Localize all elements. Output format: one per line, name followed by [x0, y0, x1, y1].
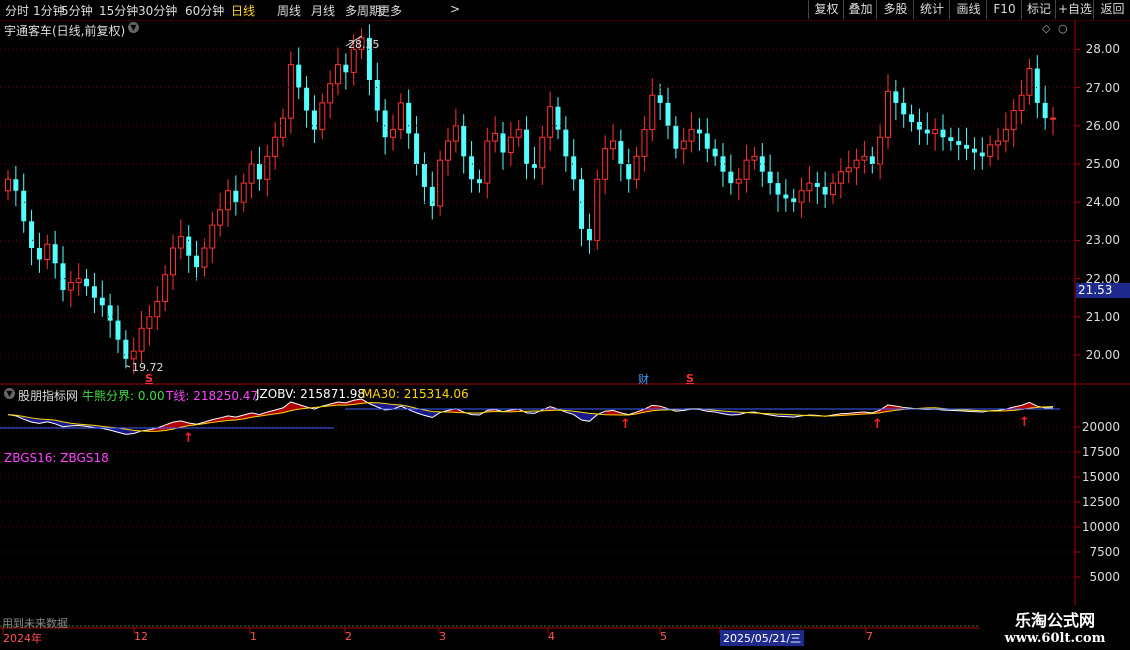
watermark-url: www.60lt.com [1004, 631, 1106, 646]
buy-arrow-icon: ↑ [620, 417, 631, 432]
date-tick-label: 3 [439, 630, 446, 643]
price-tick-label: 28.00 [1085, 42, 1120, 57]
indicator-tick-label: 10000 [1081, 520, 1120, 534]
price-tick-label: 23.00 [1085, 233, 1120, 248]
watermark-title: 乐淘公式网 [1014, 611, 1095, 630]
toolbar-button-8[interactable]: 返回 [1093, 0, 1130, 19]
buy-arrow-icon: ↑ [1019, 415, 1030, 430]
price-tick-label: 20.00 [1085, 348, 1120, 362]
future-data-notice: 用到未来数据 [2, 617, 68, 630]
price-tick-label: 25.00 [1085, 157, 1120, 171]
price-tick-label: 27.00 [1085, 80, 1120, 95]
current-price-label: 21.53 [1076, 283, 1130, 298]
date-tick-label: 4 [548, 630, 555, 643]
indicator-tick-label: 17500 [1081, 445, 1120, 459]
price-tick-label: 21.00 [1085, 309, 1120, 324]
price-tick-label: 24.00 [1085, 195, 1120, 210]
indicator-tick-label: 15000 [1081, 470, 1120, 484]
indicator-tick-label: 20000 [1081, 420, 1120, 434]
date-tick-label: 1 [250, 630, 257, 643]
date-tick-label: 7 [866, 630, 873, 643]
date-tick-label: 12 [134, 630, 148, 643]
indicator-tick-label: 12500 [1081, 495, 1120, 509]
price-tick-label: 26.00 [1085, 118, 1120, 133]
buy-arrow-icon: ↑ [183, 431, 194, 446]
indicator-tick-label: 5000 [1089, 570, 1120, 584]
indicator-chart[interactable]: ↑ ↑ ↑ ↑ [0, 0, 1075, 650]
watermark: 乐淘公式网 www.60lt.com [980, 605, 1130, 650]
date-tick-label: 2024年 [3, 632, 42, 645]
date-tick-label: 2 [345, 630, 352, 643]
buy-arrow-icon: ↑ [872, 417, 883, 432]
date-tick-label: 5 [660, 630, 667, 643]
date-tick-label: 2025/05/21/三 [720, 630, 805, 646]
indicator-tick-label: 7500 [1089, 545, 1120, 559]
